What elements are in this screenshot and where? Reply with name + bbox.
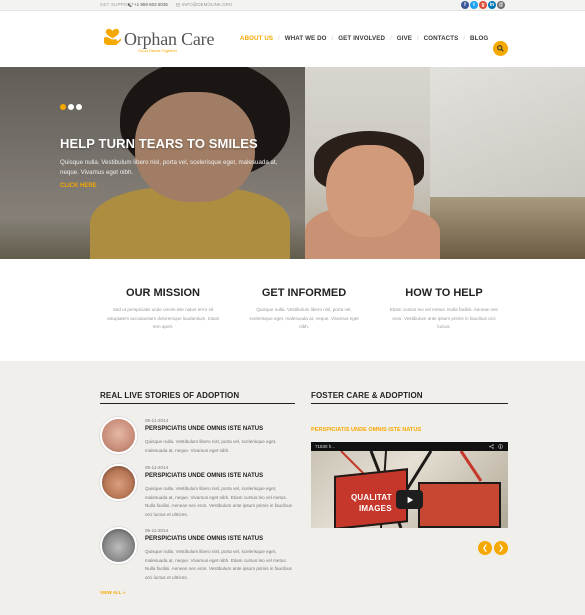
nav-separator: / bbox=[278, 35, 280, 42]
google-plus-icon[interactable]: g bbox=[479, 1, 487, 9]
stories-title: REAL LIVE STORIES OF ADOPTION bbox=[100, 391, 240, 400]
twitter-icon[interactable]: t bbox=[470, 1, 478, 9]
social-links: f t g in @ bbox=[461, 1, 505, 9]
nav-separator: / bbox=[416, 35, 419, 42]
mail-icon bbox=[176, 3, 180, 6]
hero-ground bbox=[430, 197, 585, 259]
slider-dot[interactable] bbox=[76, 104, 82, 110]
feature-title[interactable]: HOW TO HELP bbox=[359, 287, 529, 299]
top-bar: 24/7 SUPPORT +1 959 603 6035 INFO@DEMOLI… bbox=[0, 0, 585, 11]
story-date: 05-11-2014 bbox=[145, 418, 169, 423]
nav-item-about-us[interactable]: ABOUT US bbox=[240, 35, 273, 42]
feature-text: Etiam cursus leo vel metus. Nulla facili… bbox=[389, 307, 499, 329]
play-icon bbox=[407, 496, 413, 503]
slider-dot[interactable] bbox=[60, 104, 66, 110]
nav-separator: / bbox=[390, 35, 392, 42]
foster-title-rule bbox=[311, 403, 508, 404]
thumbnail-text: QUALITAT IMAGES bbox=[351, 492, 392, 514]
hero-title: HELP TURN TEARS TO SMILES bbox=[60, 136, 258, 151]
thumbnail-text-line-1: QUALITAT bbox=[351, 493, 392, 502]
story-child-image[interactable] bbox=[100, 464, 137, 501]
story-text: Quisque nulla. Vestibulum libero nisl, p… bbox=[145, 439, 277, 453]
view-all-label: VIEW ALL bbox=[100, 590, 122, 595]
double-arrow-icon: » bbox=[122, 590, 126, 595]
next-arrow-button[interactable]: ❯ bbox=[494, 541, 508, 555]
email-contact[interactable]: INFO@DEMOLINK.ORG bbox=[176, 2, 232, 7]
info-icon[interactable] bbox=[498, 444, 503, 449]
nav-item-contacts[interactable]: CONTACTS bbox=[424, 35, 459, 42]
search-icon bbox=[497, 45, 504, 52]
carousel-arrows: ❮ ❯ bbox=[478, 541, 508, 555]
nav-separator: / bbox=[463, 35, 465, 42]
foster-title: FOSTER CARE & ADOPTION bbox=[311, 391, 423, 400]
search-button[interactable] bbox=[493, 41, 508, 56]
linkedin-icon[interactable]: in bbox=[488, 1, 496, 9]
play-button[interactable] bbox=[396, 490, 423, 509]
nav-item-get-involved[interactable]: GET INVOLVED bbox=[338, 35, 385, 42]
video-player[interactable]: 71830 h... QUALITAT IMAGES bbox=[311, 442, 508, 528]
hero-slider: HELP TURN TEARS TO SMILES Quisque nulla.… bbox=[0, 67, 585, 259]
nav-separator: / bbox=[331, 35, 334, 42]
hero-cta-link[interactable]: CLICK HERE bbox=[60, 183, 97, 189]
story-hands-image[interactable] bbox=[100, 417, 137, 454]
slider-dot[interactable] bbox=[68, 104, 74, 110]
story-title[interactable]: PERSPICIATIS UNDE OMNIS ISTE NATUS bbox=[145, 536, 263, 542]
story-title[interactable]: PERSPICIATIS UNDE OMNIS ISTE NATUS bbox=[145, 426, 263, 432]
story-item: 05-11-2014 PERSPICIATIS UNDE OMNIS ISTE … bbox=[100, 527, 295, 587]
boy-face bbox=[326, 145, 414, 237]
stories-title-rule bbox=[100, 403, 295, 404]
thumbnail-red-panel-right bbox=[418, 482, 501, 528]
foster-subtitle[interactable]: PERSPICIATIS UNDE OMNIS ISTE NATUS bbox=[311, 427, 421, 433]
story-title[interactable]: PERSPICIATIS UNDE OMNIS ISTE NATUS bbox=[145, 473, 263, 479]
email-address: INFO@DEMOLINK.ORG bbox=[182, 2, 233, 7]
story-item: 05-11-2014 PERSPICIATIS UNDE OMNIS ISTE … bbox=[100, 464, 295, 524]
main-nav: ABOUT US / WHAT WE DO / GET INVOLVED / GIVE / CO… bbox=[240, 35, 488, 42]
story-date: 05-11-2014 bbox=[145, 528, 169, 533]
logo-title[interactable]: Orphan Care bbox=[124, 29, 214, 50]
story-girl-image[interactable] bbox=[100, 527, 137, 564]
nav-item-blog[interactable]: BLOG bbox=[470, 35, 488, 42]
nav-item-give[interactable]: GIVE bbox=[397, 35, 412, 42]
story-text: Quisque nulla. Vestibulum libero nisl, p… bbox=[145, 486, 292, 518]
story-text: Quisque nulla. Vestibulum libero nisl, p… bbox=[145, 549, 292, 581]
site-header: Orphan Care Good Hands Together ABOUT US… bbox=[0, 11, 585, 67]
chevron-right-icon: ❯ bbox=[498, 545, 504, 552]
feature-help: HOW TO HELP Etiam cursus leo vel metus. … bbox=[359, 287, 529, 332]
video-title: 71830 h... bbox=[315, 444, 336, 449]
hero-wall bbox=[430, 67, 585, 207]
phone-icon bbox=[128, 2, 132, 7]
phone-contact[interactable]: +1 959 603 6035 bbox=[128, 2, 168, 7]
stories-and-foster-section: REAL LIVE STORIES OF ADOPTION 05-11-2014… bbox=[0, 361, 585, 615]
prev-arrow-button[interactable]: ❮ bbox=[478, 541, 492, 555]
slider-dots bbox=[60, 104, 82, 110]
story-date: 05-11-2014 bbox=[145, 465, 169, 470]
page: 24/7 SUPPORT +1 959 603 6035 INFO@DEMOLI… bbox=[0, 0, 585, 615]
hero-text: Quisque nulla. Vestibulum libero nisl, p… bbox=[60, 159, 278, 176]
email-icon[interactable]: @ bbox=[497, 1, 505, 9]
thumbnail-text-line-2: IMAGES bbox=[359, 504, 392, 513]
video-top-bar: 71830 h... bbox=[311, 442, 508, 451]
logo-hand-heart-icon bbox=[103, 28, 122, 46]
logo-tagline: Good Hands Together bbox=[138, 48, 178, 53]
view-all-link[interactable]: VIEW ALL » bbox=[100, 590, 126, 595]
facebook-icon[interactable]: f bbox=[461, 1, 469, 9]
share-icon[interactable] bbox=[489, 444, 494, 449]
chevron-left-icon: ❮ bbox=[482, 545, 488, 552]
nav-item-what-we-do[interactable]: WHAT WE DO bbox=[285, 35, 327, 42]
features-section: OUR MISSION Sed ut perspiciatis unde omn… bbox=[0, 259, 585, 361]
phone-number: +1 959 603 6035 bbox=[134, 2, 168, 7]
